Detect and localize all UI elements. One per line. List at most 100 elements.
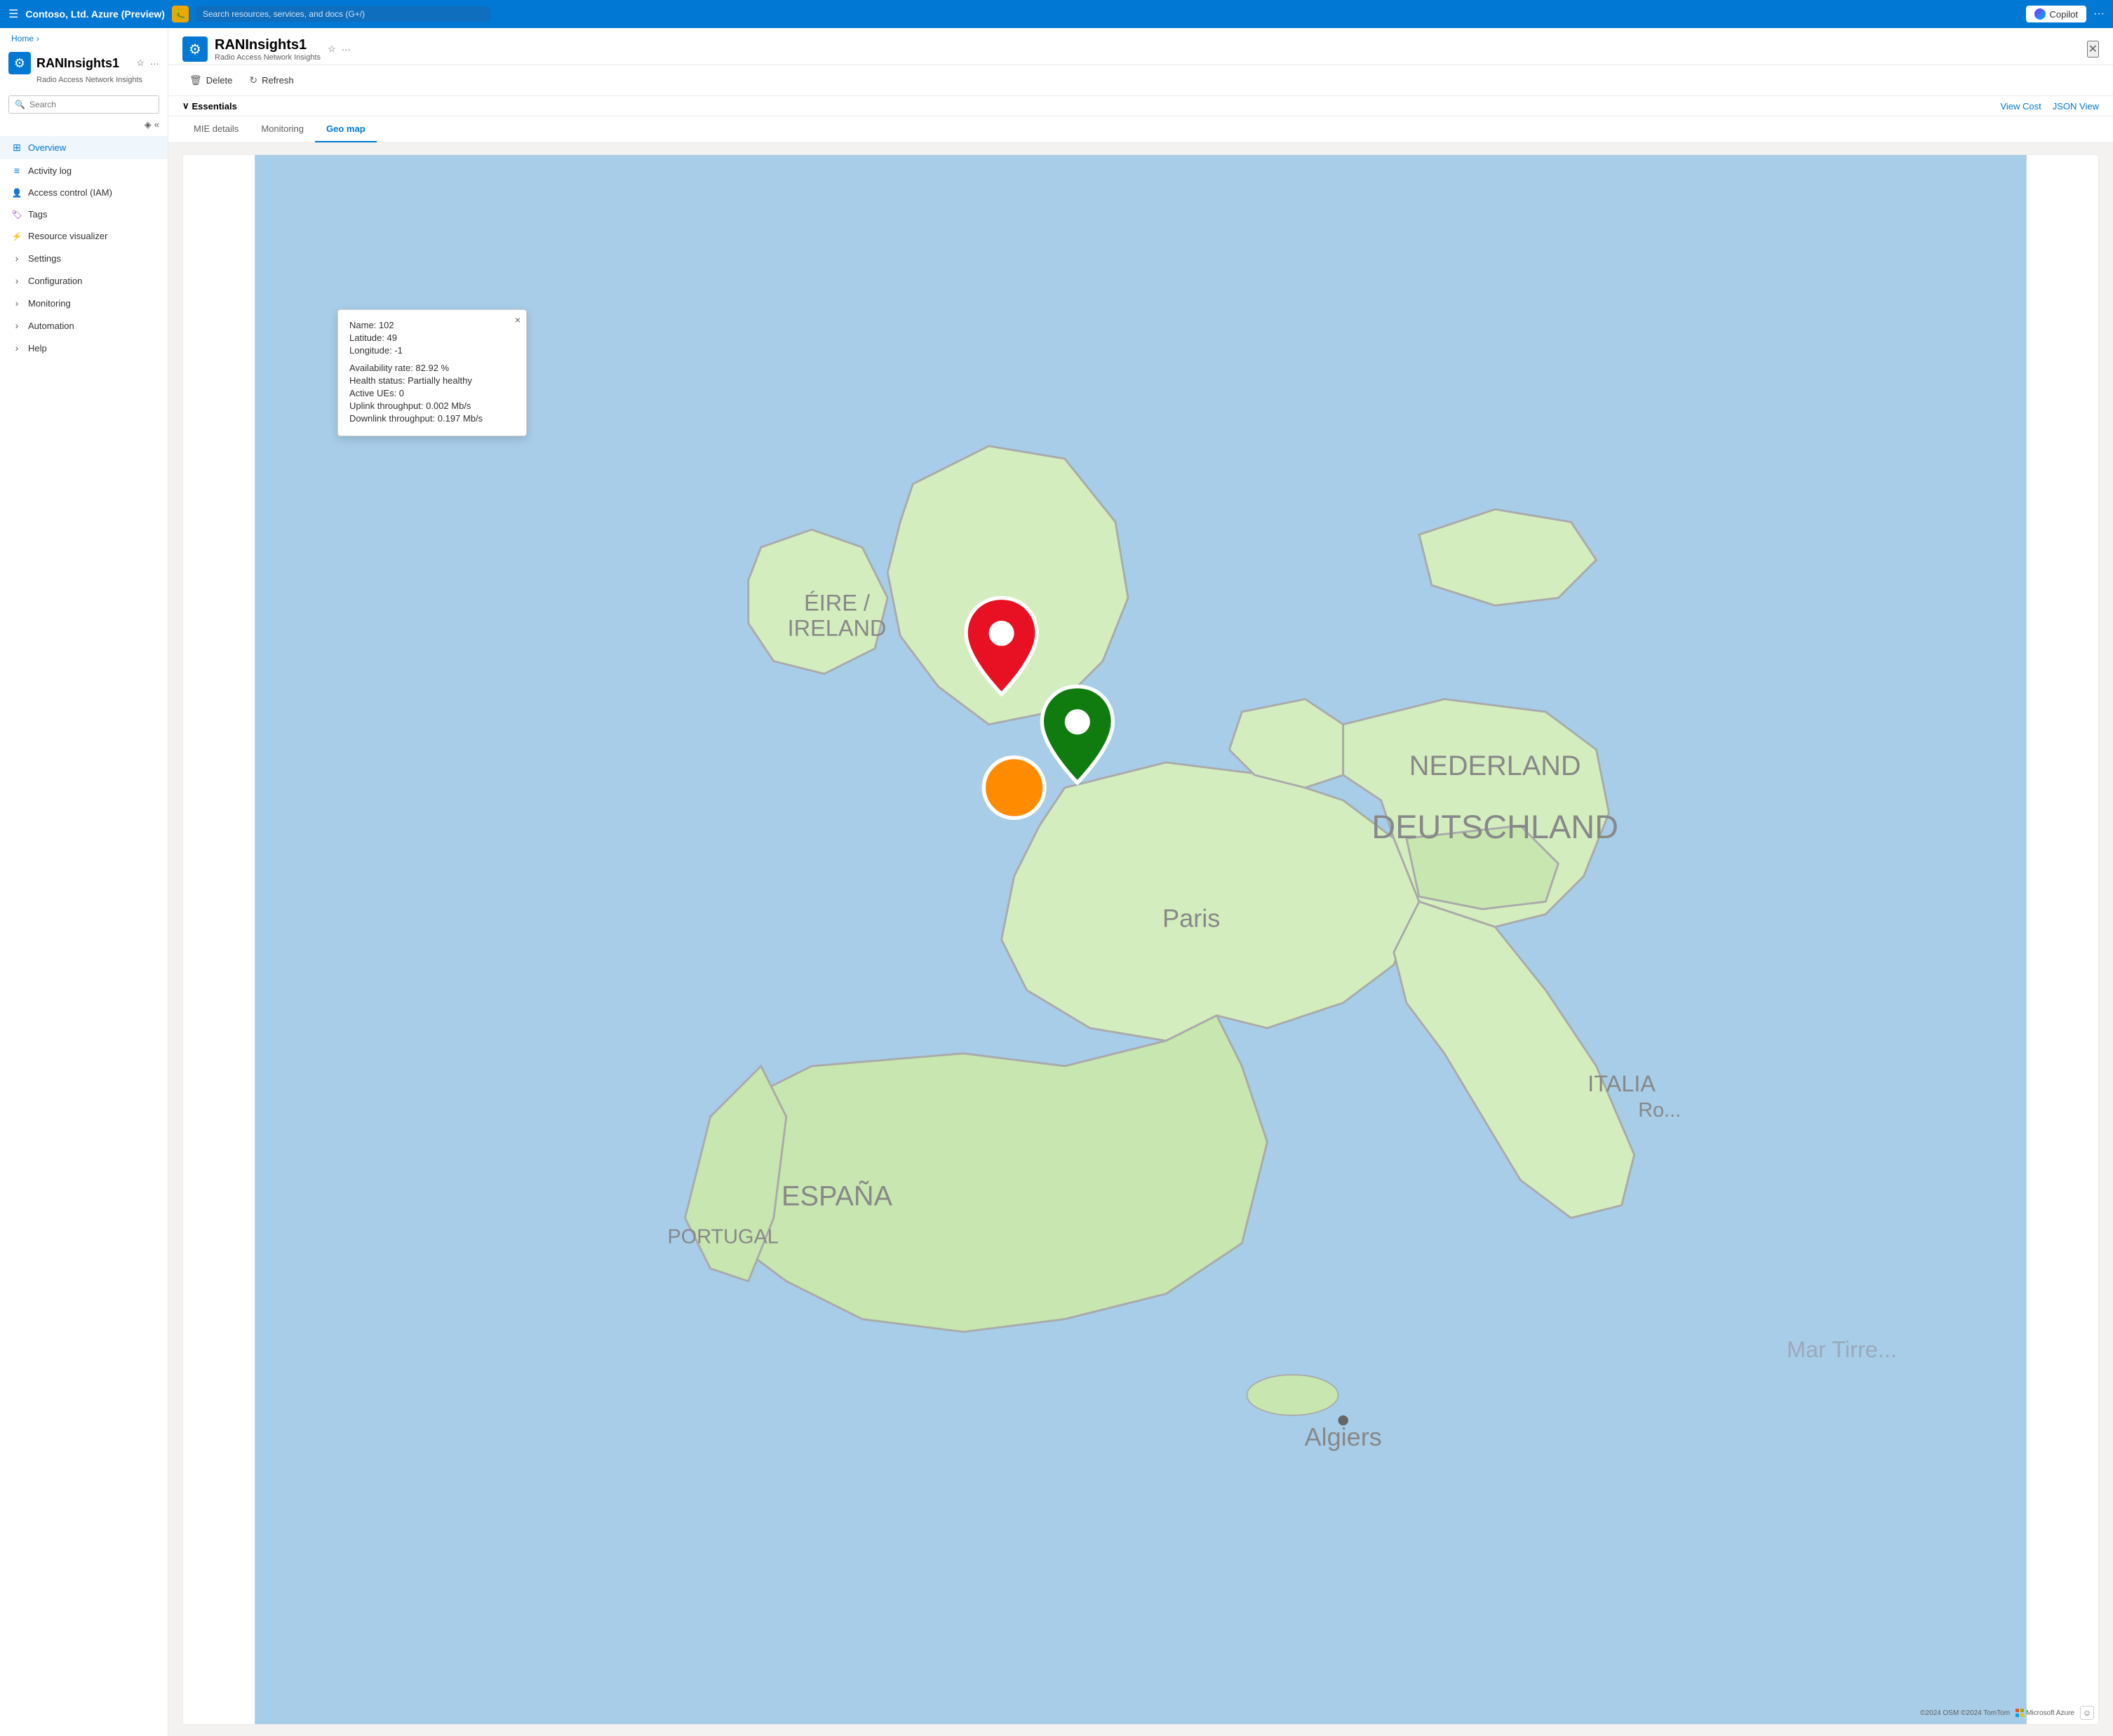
svg-text:DEUTSCHLAND: DEUTSCHLAND	[1371, 809, 1618, 845]
svg-text:NEDERLAND: NEDERLAND	[1409, 751, 1581, 781]
activity-log-icon: ≡	[11, 165, 22, 176]
copilot-button[interactable]: Copilot	[2026, 6, 2086, 22]
tab-monitoring[interactable]: Monitoring	[250, 116, 315, 142]
sidebar-item-automation[interactable]: › Automation	[0, 314, 168, 337]
collapse-icon[interactable]: «	[154, 119, 159, 130]
azure-text: Microsoft Azure	[2026, 1709, 2074, 1717]
ms-sq-blue	[2015, 1714, 2019, 1717]
main-container: Home › ⚙ RANInsights1 ☆ ··· Radio Access…	[0, 28, 2113, 1736]
svg-text:Algiers: Algiers	[1305, 1422, 1382, 1451]
sidebar-item-tags[interactable]: 🏷 Tags	[0, 203, 168, 225]
sidebar-item-resource-visualizer[interactable]: ⚡ Resource visualizer	[0, 225, 168, 247]
automation-expand-arrow: ›	[11, 320, 22, 331]
sidebar-search-box[interactable]: 🔍	[8, 95, 159, 114]
essentials-toggle[interactable]: ∨ Essentials	[182, 100, 237, 112]
refresh-icon: ↻	[249, 74, 257, 86]
popup-downlink: Downlink throughput: 0.197 Mb/s	[349, 413, 515, 424]
sidebar-item-access-control[interactable]: 👤 Access control (IAM)	[0, 182, 168, 203]
overview-icon: ⊞	[11, 142, 22, 154]
title-more-icon[interactable]: ···	[342, 44, 351, 55]
close-button[interactable]: ✕	[2087, 41, 2099, 58]
refresh-label: Refresh	[262, 75, 294, 86]
access-control-icon: 👤	[11, 188, 22, 198]
sidebar-label-automation: Automation	[28, 321, 74, 331]
sidebar-search-input[interactable]	[29, 100, 153, 109]
resource-visualizer-icon: ⚡	[11, 231, 22, 241]
ms-squares	[2015, 1709, 2024, 1717]
sidebar-item-configuration[interactable]: › Configuration	[0, 269, 168, 292]
map-popup: × Name: 102 Latitude: 49 Longitude: -1 A…	[337, 309, 527, 436]
svg-text:ESPAÑA: ESPAÑA	[782, 1180, 893, 1211]
sidebar-item-activity-log[interactable]: ≡ Activity log	[0, 159, 168, 182]
home-breadcrumb[interactable]: Home	[11, 34, 34, 43]
favorite-icon[interactable]: ☆	[136, 58, 145, 69]
map-wrapper[interactable]: ÉIRE / IRELAND NEDERLAND DEUTSCHLAND Par…	[182, 154, 2099, 1725]
sidebar-item-monitoring[interactable]: › Monitoring	[0, 292, 168, 314]
essentials-toggle-icon: ∨	[182, 100, 189, 112]
pin-orange[interactable]	[984, 758, 1045, 819]
content-resource-title: RANInsights1	[215, 37, 321, 53]
delete-icon: 🗑	[189, 74, 202, 86]
popup-uplink: Uplink throughput: 0.002 Mb/s	[349, 401, 515, 411]
resource-icon: ⚙	[8, 52, 31, 74]
popup-active-ues: Active UEs: 0	[349, 388, 515, 398]
more-options-button[interactable]: ···	[2093, 8, 2105, 20]
sidebar-label-monitoring: Monitoring	[28, 298, 71, 309]
toolbar: 🗑 Delete ↻ Refresh	[168, 65, 2113, 96]
essentials-label: Essentials	[192, 101, 237, 112]
search-actions: ◈ «	[0, 119, 168, 136]
essentials-bar: ∨ Essentials View Cost JSON View	[168, 96, 2113, 116]
refresh-button[interactable]: ↻ Refresh	[242, 71, 300, 90]
main-content: ⚙ RANInsights1 Radio Access Network Insi…	[168, 28, 2113, 1736]
map-attribution: ©2024 OSM ©2024 TomTom Microsoft Azure ☺	[1920, 1706, 2094, 1720]
top-navigation: ☰ Contoso, Ltd. Azure (Preview) 🐛 Copilo…	[0, 0, 2113, 28]
breadcrumb-separator: ›	[36, 34, 39, 43]
feedback-icon[interactable]: ☺	[2080, 1706, 2094, 1720]
sidebar-search-container: 🔍	[0, 90, 168, 119]
help-expand-arrow: ›	[11, 342, 22, 354]
title-actions: ☆ ···	[328, 43, 351, 55]
sidebar: Home › ⚙ RANInsights1 ☆ ··· Radio Access…	[0, 28, 168, 1736]
essentials-actions: View Cost JSON View	[2000, 101, 2099, 112]
view-cost-link[interactable]: View Cost	[2000, 101, 2041, 112]
sidebar-item-help[interactable]: › Help	[0, 337, 168, 359]
tags-icon: 🏷	[11, 210, 22, 220]
tab-geo-map[interactable]: Geo map	[315, 116, 377, 142]
popup-latitude: Latitude: 49	[349, 332, 515, 343]
popup-close-button[interactable]: ×	[515, 314, 521, 325]
resource-more-icon[interactable]: ···	[150, 58, 159, 69]
ms-sq-green	[2020, 1709, 2024, 1712]
hamburger-menu[interactable]: ☰	[8, 7, 18, 21]
pin-icon[interactable]: ◈	[145, 119, 152, 130]
sidebar-label-resource-visualizer: Resource visualizer	[28, 231, 107, 241]
sidebar-label-configuration: Configuration	[28, 276, 82, 286]
sidebar-item-overview[interactable]: ⊞ Overview	[0, 136, 168, 159]
json-view-link[interactable]: JSON View	[2053, 101, 2099, 112]
popup-availability: Availability rate: 82.92 %	[349, 363, 515, 373]
bug-icon[interactable]: 🐛	[172, 6, 189, 22]
sidebar-label-activity-log: Activity log	[28, 166, 72, 176]
popup-health: Health status: Partially healthy	[349, 375, 515, 386]
sidebar-label-access-control: Access control (IAM)	[28, 187, 112, 198]
breadcrumb: Home ›	[0, 28, 168, 49]
tabs-bar: MIE details Monitoring Geo map	[168, 116, 2113, 143]
tab-mie-details[interactable]: MIE details	[182, 116, 250, 142]
title-favorite-icon[interactable]: ☆	[328, 43, 336, 55]
sidebar-item-settings[interactable]: › Settings	[0, 247, 168, 269]
monitoring-expand-arrow: ›	[11, 297, 22, 309]
svg-text:Mar Tirre...: Mar Tirre...	[1787, 1337, 1897, 1362]
popup-name: Name: 102	[349, 320, 515, 330]
sidebar-resource-header: ⚙ RANInsights1 ☆ ··· Radio Access Networ…	[0, 49, 168, 90]
delete-button[interactable]: 🗑 Delete	[182, 71, 239, 90]
svg-text:IRELAND: IRELAND	[788, 616, 887, 641]
microsoft-azure-logo: Microsoft Azure	[2015, 1709, 2074, 1717]
org-name: Contoso, Ltd. Azure (Preview)	[25, 8, 165, 20]
sidebar-label-help: Help	[28, 343, 47, 354]
sidebar-label-settings: Settings	[28, 253, 61, 264]
delete-label: Delete	[206, 75, 233, 86]
sidebar-label-tags: Tags	[28, 209, 47, 220]
global-search-input[interactable]	[196, 6, 490, 22]
sidebar-nav: ⊞ Overview ≡ Activity log 👤 Access contr…	[0, 136, 168, 359]
svg-text:ITALIA: ITALIA	[1588, 1071, 1656, 1096]
copilot-logo	[2034, 8, 2046, 20]
